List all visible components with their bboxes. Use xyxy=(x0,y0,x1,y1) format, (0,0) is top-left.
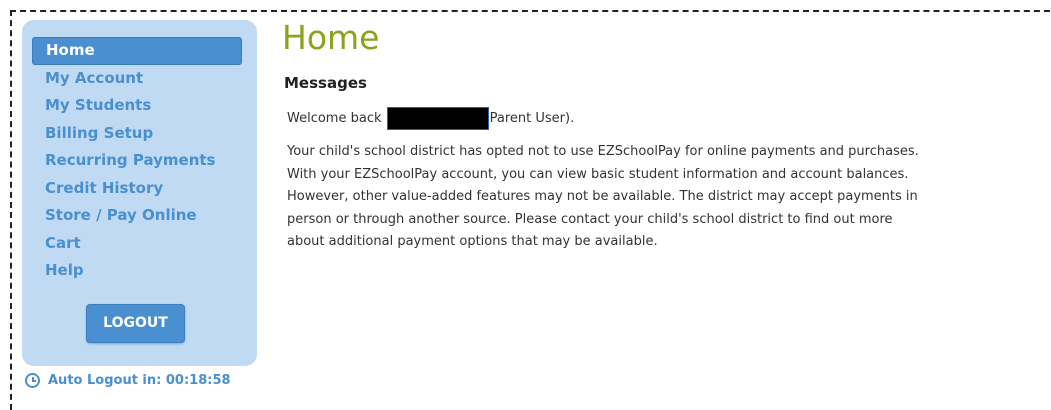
page-title: Home xyxy=(282,18,380,57)
welcome-prefix: Welcome back xyxy=(287,111,382,126)
messages-heading: Messages xyxy=(284,74,367,92)
sidebar-item-credit-history[interactable]: Credit History xyxy=(32,175,242,203)
welcome-message: Welcome back Parent User). xyxy=(287,107,574,130)
sidebar-item-home[interactable]: Home xyxy=(32,37,242,65)
sidebar-item-store-pay-online[interactable]: Store / Pay Online xyxy=(32,202,242,230)
sidebar-item-my-account[interactable]: My Account xyxy=(32,65,242,93)
welcome-suffix: Parent User). xyxy=(489,111,575,126)
sidebar-item-billing-setup[interactable]: Billing Setup xyxy=(32,120,242,148)
sidebar-nav: Home My Account My Students Billing Setu… xyxy=(32,37,242,285)
auto-logout-timer: Auto Logout in: 00:18:58 xyxy=(25,373,231,388)
redacted-username xyxy=(386,107,489,130)
sidebar-item-help[interactable]: Help xyxy=(32,257,242,285)
message-line: Your child's school district has opted n… xyxy=(287,144,919,159)
district-message: Your child's school district has opted n… xyxy=(287,141,1051,254)
message-line: person or through another source. Please… xyxy=(287,211,893,227)
sidebar-item-recurring-payments[interactable]: Recurring Payments xyxy=(32,147,242,175)
sidebar: Home My Account My Students Billing Setu… xyxy=(22,20,257,366)
sidebar-item-my-students[interactable]: My Students xyxy=(32,92,242,120)
clock-icon xyxy=(25,373,40,388)
logout-button[interactable]: LOGOUT xyxy=(86,304,185,343)
message-line: However, other value-added features may … xyxy=(287,189,918,204)
auto-logout-text: Auto Logout in: 00:18:58 xyxy=(48,373,231,388)
message-line: With your EZSchoolPay account, you can v… xyxy=(287,166,909,182)
sidebar-item-cart[interactable]: Cart xyxy=(32,230,242,258)
message-line: about additional payment options that ma… xyxy=(287,234,658,249)
